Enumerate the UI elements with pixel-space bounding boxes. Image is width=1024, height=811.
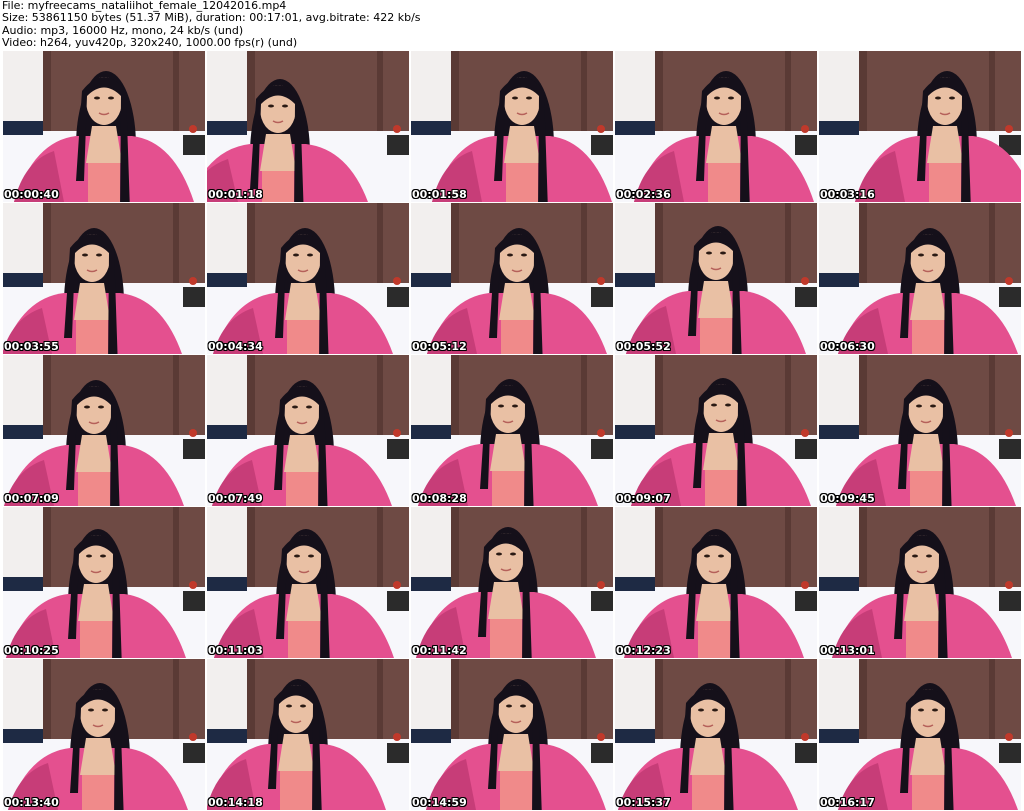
webcam-frame-image bbox=[207, 51, 409, 202]
webcam-frame-image bbox=[615, 659, 817, 810]
video-thumbnail: 00:01:18 bbox=[207, 51, 409, 202]
video-thumbnail: 00:13:40 bbox=[3, 659, 205, 810]
thumbnail-timestamp: 00:02:36 bbox=[616, 188, 671, 201]
video-thumbnail: 00:09:45 bbox=[819, 355, 1021, 506]
thumbnail-timestamp: 00:10:25 bbox=[4, 644, 59, 657]
webcam-frame-image bbox=[819, 355, 1021, 506]
webcam-frame-image bbox=[819, 51, 1021, 202]
webcam-frame-image bbox=[207, 355, 409, 506]
thumbnail-timestamp: 00:09:45 bbox=[820, 492, 875, 505]
video-thumbnail: 00:05:52 bbox=[615, 203, 817, 354]
webcam-frame-image bbox=[3, 659, 205, 810]
video-thumbnail: 00:03:55 bbox=[3, 203, 205, 354]
thumbnail-timestamp: 00:01:18 bbox=[208, 188, 263, 201]
webcam-frame-image bbox=[615, 203, 817, 354]
webcam-frame-image bbox=[819, 203, 1021, 354]
thumbnail-timestamp: 00:06:30 bbox=[820, 340, 875, 353]
video-thumbnail: 00:01:58 bbox=[411, 51, 613, 202]
video-thumbnail: 00:03:16 bbox=[819, 51, 1021, 202]
video-thumbnail: 00:14:18 bbox=[207, 659, 409, 810]
video-thumbnail: 00:15:37 bbox=[615, 659, 817, 810]
webcam-frame-image bbox=[411, 51, 613, 202]
video-thumbnail: 00:13:01 bbox=[819, 507, 1021, 658]
webcam-frame-image bbox=[207, 659, 409, 810]
thumbnail-timestamp: 00:11:42 bbox=[412, 644, 467, 657]
video-thumbnail: 00:16:17 bbox=[819, 659, 1021, 810]
thumbnail-timestamp: 00:01:58 bbox=[412, 188, 467, 201]
webcam-frame-image bbox=[3, 507, 205, 658]
webcam-frame-image bbox=[819, 507, 1021, 658]
video-thumbnail: 00:08:28 bbox=[411, 355, 613, 506]
video-thumbnail: 00:12:23 bbox=[615, 507, 817, 658]
thumbnail-grid: 00:00:40 00:01:18 00:01:58 00:02:36 00:03:16… bbox=[3, 51, 1024, 811]
thumbnail-timestamp: 00:05:52 bbox=[616, 340, 671, 353]
webcam-frame-image bbox=[411, 507, 613, 658]
thumbnail-timestamp: 00:13:01 bbox=[820, 644, 875, 657]
file-info-header: File: myfreecams_nataliihot_female_12042… bbox=[2, 0, 1022, 50]
thumbnail-timestamp: 00:08:28 bbox=[412, 492, 467, 505]
video-info-line: Video: h264, yuv420p, 320x240, 1000.00 f… bbox=[2, 35, 298, 49]
webcam-frame-image bbox=[3, 51, 205, 202]
video-thumbnail: 00:04:34 bbox=[207, 203, 409, 354]
thumbnail-timestamp: 00:16:17 bbox=[820, 796, 875, 809]
webcam-frame-image bbox=[207, 203, 409, 354]
thumbnail-timestamp: 00:15:37 bbox=[616, 796, 671, 809]
webcam-frame-image bbox=[411, 203, 613, 354]
webcam-frame-image bbox=[207, 507, 409, 658]
video-thumbnail: 00:02:36 bbox=[615, 51, 817, 202]
video-thumbnail: 00:00:40 bbox=[3, 51, 205, 202]
video-thumbnail: 00:11:42 bbox=[411, 507, 613, 658]
thumbnail-timestamp: 00:04:34 bbox=[208, 340, 263, 353]
video-thumbnail: 00:05:12 bbox=[411, 203, 613, 354]
thumbnail-timestamp: 00:00:40 bbox=[4, 188, 59, 201]
thumbnail-timestamp: 00:11:03 bbox=[208, 644, 263, 657]
thumbnail-timestamp: 00:07:09 bbox=[4, 492, 59, 505]
video-thumbnail: 00:14:59 bbox=[411, 659, 613, 810]
thumbnail-timestamp: 00:03:55 bbox=[4, 340, 59, 353]
video-thumbnail: 00:09:07 bbox=[615, 355, 817, 506]
thumbnail-timestamp: 00:14:18 bbox=[208, 796, 263, 809]
webcam-frame-image bbox=[3, 355, 205, 506]
thumbnail-timestamp: 00:14:59 bbox=[412, 796, 467, 809]
video-thumbnail: 00:06:30 bbox=[819, 203, 1021, 354]
thumbnail-timestamp: 00:13:40 bbox=[4, 796, 59, 809]
webcam-frame-image bbox=[819, 659, 1021, 810]
webcam-frame-image bbox=[615, 507, 817, 658]
video-thumbnail: 00:11:03 bbox=[207, 507, 409, 658]
webcam-frame-image bbox=[411, 659, 613, 810]
thumbnail-timestamp: 00:03:16 bbox=[820, 188, 875, 201]
video-thumbnail: 00:07:09 bbox=[3, 355, 205, 506]
thumbnail-timestamp: 00:12:23 bbox=[616, 644, 671, 657]
file-size-line: Size: 53861150 bytes (51.37 MiB), durati… bbox=[2, 11, 421, 25]
video-thumbnail: 00:07:49 bbox=[207, 355, 409, 506]
thumbnail-timestamp: 00:09:07 bbox=[616, 492, 671, 505]
video-thumbnail: 00:10:25 bbox=[3, 507, 205, 658]
webcam-frame-image bbox=[3, 203, 205, 354]
thumbnail-timestamp: 00:05:12 bbox=[412, 340, 467, 353]
webcam-frame-image bbox=[615, 51, 817, 202]
thumbnail-timestamp: 00:07:49 bbox=[208, 492, 263, 505]
webcam-frame-image bbox=[615, 355, 817, 506]
webcam-frame-image bbox=[411, 355, 613, 506]
